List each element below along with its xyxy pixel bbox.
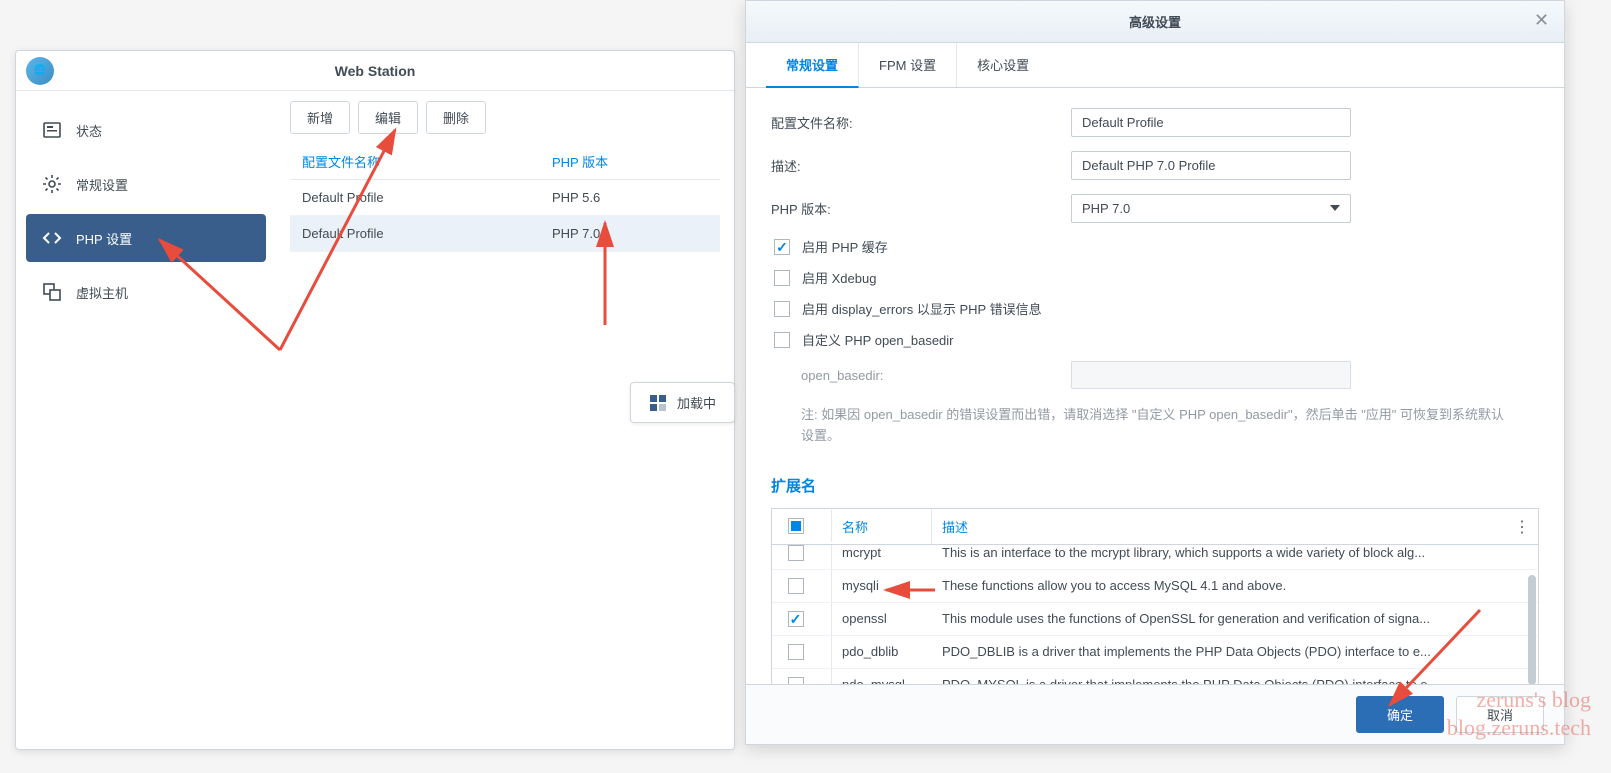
scrollbar[interactable] (1528, 575, 1536, 684)
sidebar-item-status[interactable]: 状态 (26, 106, 266, 154)
extensions-title: 扩展名 (771, 475, 1539, 496)
loading-text: 加载中 (677, 393, 716, 412)
php-version-label: PHP 版本: (771, 199, 1071, 218)
sidebar-item-label: 虚拟主机 (76, 283, 128, 302)
custom-openbasedir-label: 自定义 PHP open_basedir (802, 330, 954, 349)
loading-indicator: 加载中 (630, 382, 735, 423)
ext-col-desc[interactable]: 描述 ⋮ (932, 509, 1538, 544)
ext-checkbox[interactable] (788, 545, 804, 561)
modal-tabs: 常规设置 FPM 设置 核心设置 (746, 43, 1564, 88)
ext-checkbox[interactable] (788, 644, 804, 660)
modal-titlebar: 高级设置 ✕ (746, 1, 1564, 43)
enable-cache-label: 启用 PHP 缓存 (802, 237, 888, 256)
php-version-value: PHP 7.0 (1082, 201, 1130, 216)
ext-col-name[interactable]: 名称 (832, 509, 932, 544)
ext-desc: PDO_MYSQL is a driver that implements th… (932, 669, 1538, 684)
sidebar-item-vhost[interactable]: 虚拟主机 (26, 268, 266, 316)
sidebar-item-php[interactable]: PHP 设置 (26, 214, 266, 262)
cell-version: PHP 5.6 (552, 190, 708, 205)
window-title: Web Station (335, 63, 416, 79)
ext-desc: PDO_DBLIB is a driver that implements th… (932, 636, 1538, 667)
ext-row-pdo-dblib[interactable]: pdo_dblib PDO_DBLIB is a driver that imp… (772, 636, 1538, 669)
profile-name-input[interactable] (1071, 108, 1351, 137)
ext-name: pdo_dblib (832, 636, 932, 667)
tab-core[interactable]: 核心设置 (957, 43, 1049, 87)
cell-name: Default Profile (302, 190, 552, 205)
cell-version: PHP 7.0 (552, 226, 708, 241)
ext-desc: This module uses the functions of OpenSS… (932, 603, 1538, 634)
app-icon: 🌐 (26, 57, 54, 85)
ext-name: openssl (832, 603, 932, 634)
sidebar: 状态 常规设置 PHP 设置 虚拟主机 (16, 91, 276, 749)
ext-desc: These functions allow you to access MySQ… (932, 570, 1538, 601)
ext-row-mysqli[interactable]: mysqli These functions allow you to acce… (772, 570, 1538, 603)
ext-checkbox[interactable] (788, 677, 804, 684)
ext-row-pdo-mysql[interactable]: pdo_mysql PDO_MYSQL is a driver that imp… (772, 669, 1538, 684)
titlebar: 🌐 Web Station (16, 51, 734, 91)
modal-footer: 确定 取消 (746, 684, 1564, 744)
desc-label: 描述: (771, 156, 1071, 175)
php-version-select[interactable]: PHP 7.0 (1071, 194, 1351, 223)
openbasedir-note: 注: 如果因 open_basedir 的错误设置而出错，请取消选择 "自定义 … (771, 401, 1539, 457)
enable-display-errors-checkbox[interactable] (774, 301, 790, 317)
enable-display-errors-label: 启用 display_errors 以显示 PHP 错误信息 (802, 299, 1042, 318)
extensions-header: 名称 描述 ⋮ (772, 509, 1538, 545)
ext-row-openssl[interactable]: openssl This module uses the functions o… (772, 603, 1538, 636)
code-icon (42, 228, 62, 248)
profile-name-label: 配置文件名称: (771, 113, 1071, 132)
tab-fpm[interactable]: FPM 设置 (859, 43, 957, 87)
tab-general[interactable]: 常规设置 (766, 43, 859, 88)
edit-button[interactable]: 编辑 (358, 101, 418, 134)
loading-icon (649, 394, 667, 412)
table-row[interactable]: Default Profile PHP 5.6 (290, 180, 720, 216)
extensions-body: mcrypt This is an interface to the mcryp… (772, 545, 1538, 684)
vhost-icon (42, 282, 62, 302)
sidebar-item-label: 状态 (76, 121, 102, 140)
custom-openbasedir-checkbox[interactable] (774, 332, 790, 348)
enable-cache-checkbox[interactable] (774, 239, 790, 255)
ext-checkbox[interactable] (788, 611, 804, 627)
modal-content: 配置文件名称: 描述: PHP 版本: PHP 7.0 启用 PHP 缓存 启用… (746, 88, 1564, 684)
openbasedir-input (1071, 361, 1351, 389)
ext-checkbox[interactable] (788, 578, 804, 594)
delete-button[interactable]: 删除 (426, 101, 486, 134)
ext-name: mcrypt (832, 545, 932, 569)
col-profile-name[interactable]: 配置文件名称 (302, 152, 552, 171)
ext-row-mcrypt[interactable]: mcrypt This is an interface to the mcryp… (772, 545, 1538, 570)
web-station-window: 🌐 Web Station 状态 常规设置 PHP 设置 (15, 50, 735, 750)
select-all-checkbox[interactable] (788, 518, 804, 534)
add-button[interactable]: 新增 (290, 101, 350, 134)
extensions-table: 名称 描述 ⋮ mcrypt This is an interface to t… (771, 508, 1539, 684)
desc-input[interactable] (1071, 151, 1351, 180)
sidebar-item-general[interactable]: 常规设置 (26, 160, 266, 208)
close-icon[interactable]: ✕ (1534, 11, 1552, 29)
modal-title: 高级设置 (1129, 12, 1181, 31)
ext-name: mysqli (832, 570, 932, 601)
enable-xdebug-label: 启用 Xdebug (802, 268, 876, 287)
openbasedir-label: open_basedir: (801, 368, 1071, 383)
table-row[interactable]: Default Profile PHP 7.0 (290, 216, 720, 252)
gear-icon (42, 174, 62, 194)
status-icon (42, 120, 62, 140)
cancel-button[interactable]: 取消 (1456, 696, 1544, 733)
table-header: 配置文件名称 PHP 版本 (290, 144, 720, 180)
sidebar-item-label: PHP 设置 (76, 229, 132, 248)
advanced-settings-modal: 高级设置 ✕ 常规设置 FPM 设置 核心设置 配置文件名称: 描述: PHP … (745, 0, 1565, 745)
cell-name: Default Profile (302, 226, 552, 241)
enable-xdebug-checkbox[interactable] (774, 270, 790, 286)
ext-desc: This is an interface to the mcrypt libra… (932, 545, 1538, 569)
chevron-down-icon (1330, 205, 1340, 211)
sidebar-item-label: 常规设置 (76, 175, 128, 194)
ok-button[interactable]: 确定 (1356, 696, 1444, 733)
column-menu-icon[interactable]: ⋮ (1514, 517, 1530, 537)
ext-name: pdo_mysql (832, 669, 932, 684)
toolbar: 新增 编辑 删除 (290, 101, 720, 134)
col-php-version[interactable]: PHP 版本 (552, 152, 708, 171)
